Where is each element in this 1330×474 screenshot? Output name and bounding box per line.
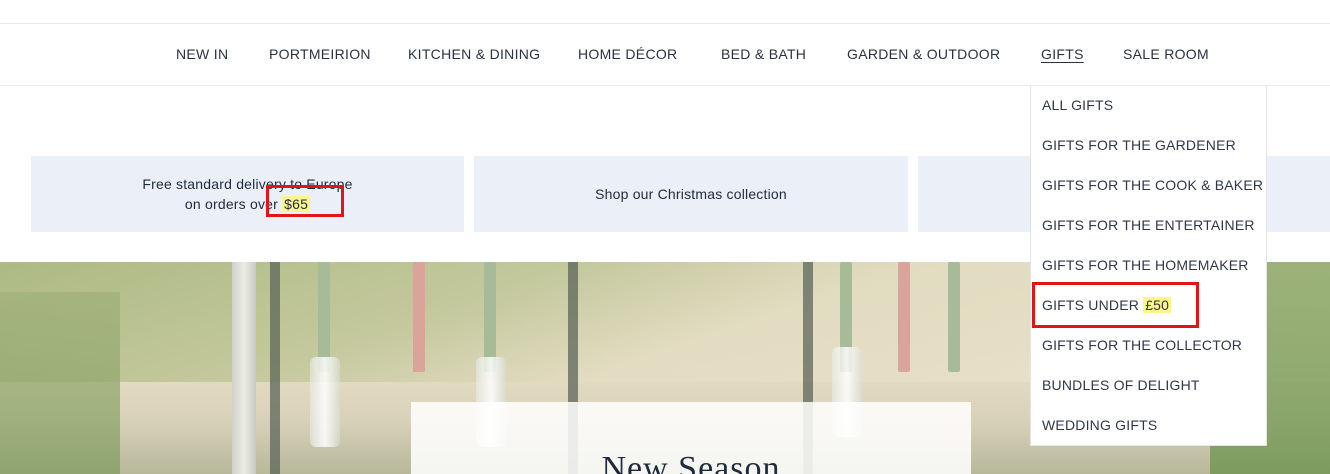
gift-price-cap-amount: £50 xyxy=(1143,297,1172,313)
menu-item-gifts-homemaker[interactable]: GIFTS FOR THE HOMEMAKER xyxy=(1042,257,1249,273)
gifts-dropdown-menu: ALL GIFTS GIFTS FOR THE GARDENER GIFTS F… xyxy=(1030,86,1267,446)
promo-delivery-line1: Free standard delivery to Europe xyxy=(142,176,353,192)
menu-item-gifts-collector[interactable]: GIFTS FOR THE COLLECTOR xyxy=(1042,337,1242,353)
menu-item-wedding-gifts[interactable]: WEDDING GIFTS xyxy=(1042,417,1157,433)
hero-foliage-left xyxy=(0,292,120,474)
menu-item-gifts-under-label: GIFTS UNDER xyxy=(1042,297,1144,313)
delivery-threshold-amount: $65 xyxy=(282,196,311,212)
top-strip xyxy=(0,0,1330,24)
menu-item-gifts-under-50[interactable]: GIFTS UNDER £50 xyxy=(1042,297,1172,313)
nav-item-kitchen-dining[interactable]: KITCHEN & DINING xyxy=(408,46,540,62)
promo-christmas-label: Shop our Christmas collection xyxy=(595,186,787,202)
nav-item-new-in[interactable]: NEW IN xyxy=(176,46,228,62)
nav-item-bed-bath[interactable]: BED & BATH xyxy=(721,46,806,62)
hero-title-card: New Season xyxy=(411,402,971,474)
nav-item-portmeirion[interactable]: PORTMEIRION xyxy=(269,46,371,62)
menu-item-gifts-cook-baker[interactable]: GIFTS FOR THE COOK & BAKER xyxy=(1042,177,1263,193)
hero-window-post xyxy=(232,262,256,474)
promo-christmas[interactable]: Shop our Christmas collection xyxy=(474,156,908,232)
hero-window-bar xyxy=(270,262,280,474)
hero-candle xyxy=(898,262,910,372)
promo-delivery-prefix: on orders over xyxy=(184,196,283,212)
menu-item-gifts-entertainer[interactable]: GIFTS FOR THE ENTERTAINER xyxy=(1042,217,1255,233)
hero-candle xyxy=(484,262,496,372)
hero-candle xyxy=(948,262,960,372)
nav-item-gifts[interactable]: GIFTS xyxy=(1041,46,1084,62)
menu-item-gifts-gardener[interactable]: GIFTS FOR THE GARDENER xyxy=(1042,137,1236,153)
promo-delivery-line2: on orders over $65 xyxy=(142,194,352,214)
nav-item-garden-outdoor[interactable]: GARDEN & OUTDOOR xyxy=(847,46,1000,62)
promo-delivery[interactable]: Free standard delivery to Europe on orde… xyxy=(31,156,464,232)
hero-candle xyxy=(413,262,425,372)
hero-candle-holder xyxy=(310,357,340,447)
main-navigation: NEW IN PORTMEIRION KITCHEN & DINING HOME… xyxy=(0,25,1330,86)
menu-item-bundles-of-delight[interactable]: BUNDLES OF DELIGHT xyxy=(1042,377,1200,393)
nav-item-home-decor[interactable]: HOME DÉCOR xyxy=(578,46,677,62)
menu-item-all-gifts[interactable]: ALL GIFTS xyxy=(1042,97,1113,113)
hero-title: New Season xyxy=(601,450,781,474)
nav-item-sale-room[interactable]: SALE ROOM xyxy=(1123,46,1209,62)
hero-candle xyxy=(318,262,330,372)
